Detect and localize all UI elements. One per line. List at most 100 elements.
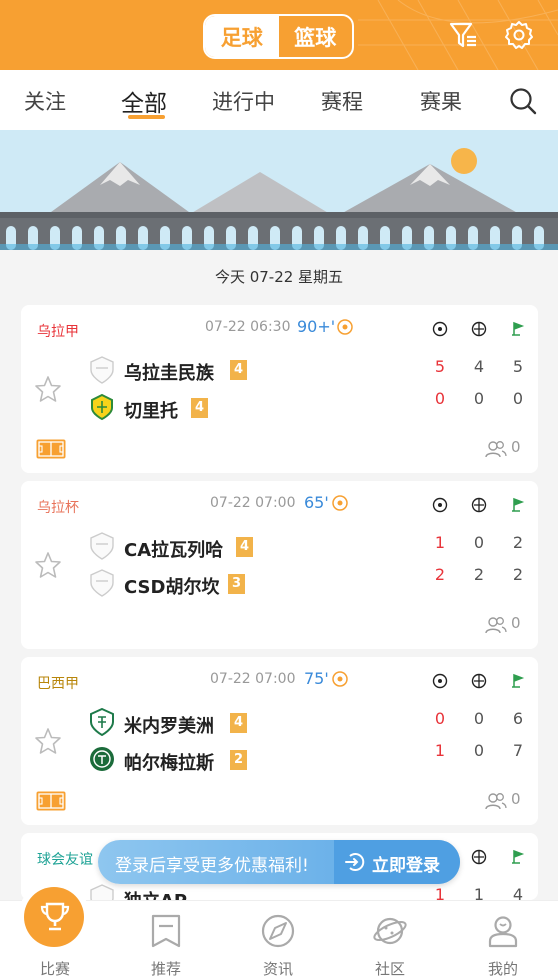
settings-icon[interactable] <box>503 19 535 51</box>
team-crest-icon <box>90 569 114 597</box>
halftime-column-icon <box>471 321 487 337</box>
home-team-name[interactable]: CA拉瓦列哈 <box>124 536 223 562</box>
login-button[interactable]: 立即登录 <box>334 840 460 884</box>
home-halftime-score: 4 <box>473 357 485 376</box>
home-corners: 4 <box>512 885 524 900</box>
goals-column-icon <box>432 321 448 337</box>
people-icon[interactable] <box>485 792 507 810</box>
home-halftime-score: 1 <box>473 885 485 900</box>
league-name[interactable]: 乌拉杯 <box>37 497 79 517</box>
pitch-animation-icon[interactable] <box>36 791 66 811</box>
team-rank-badge: 4 <box>236 537 253 557</box>
nav-item-community[interactable]: 社区 <box>335 901 445 980</box>
match-card[interactable]: 乌拉杯 07-22 07:00 65' CA拉瓦列哈 4 CSD胡尔坎 3 1 … <box>21 481 538 649</box>
compass-icon <box>261 914 295 948</box>
nav-item-news[interactable]: 资讯 <box>223 901 333 980</box>
sport-tab-football[interactable]: 足球 <box>205 16 279 57</box>
stadium-banner-illustration <box>0 130 558 250</box>
nav-label: 推荐 <box>150 960 181 978</box>
favorite-star-icon[interactable] <box>34 375 62 403</box>
sport-tab-basketball[interactable]: 篮球 <box>279 16 353 57</box>
team-rank-badge: 3 <box>228 574 245 594</box>
match-time: 07-22 07:00 <box>210 495 296 511</box>
match-time: 07-22 07:00 <box>210 671 296 687</box>
home-corners: 5 <box>512 357 524 376</box>
nav-item-profile[interactable]: 我的 <box>448 901 558 980</box>
pitch-animation-icon[interactable] <box>36 439 66 459</box>
home-team-name[interactable]: 米内罗美洲 <box>124 712 214 738</box>
home-halftime-score: 0 <box>473 709 485 728</box>
away-score: 2 <box>434 565 446 584</box>
home-score: 5 <box>434 357 446 376</box>
home-corners: 2 <box>512 533 524 552</box>
nav-label: 社区 <box>374 960 405 978</box>
team-crest-icon <box>90 884 114 900</box>
away-corners: 7 <box>512 741 524 760</box>
favorite-star-icon[interactable] <box>34 551 62 579</box>
tab-live[interactable]: 进行中 <box>212 86 275 116</box>
corner-flag-icon <box>512 673 525 688</box>
people-icon[interactable] <box>485 440 507 458</box>
soccer-ball-icon <box>332 495 348 511</box>
team-crest-icon <box>91 393 113 421</box>
league-name[interactable]: 乌拉甲 <box>37 321 79 341</box>
tab-following[interactable]: 关注 <box>24 86 66 116</box>
match-minute: 90+' <box>297 317 336 336</box>
favorite-star-icon[interactable] <box>34 727 62 755</box>
away-score: 1 <box>434 741 446 760</box>
league-name[interactable]: 球会友谊 <box>37 849 93 869</box>
login-promo-text: 登录后享受更多优惠福利! <box>115 856 309 876</box>
soccer-ball-icon <box>332 671 348 687</box>
corner-flag-icon <box>512 497 525 512</box>
corner-flag-icon <box>512 321 525 336</box>
team-rank-badge: 2 <box>230 750 247 770</box>
home-team-name[interactable]: 乌拉圭民族 <box>124 359 214 385</box>
away-corners: 2 <box>512 565 524 584</box>
team-crest-icon <box>90 356 114 384</box>
away-team-name[interactable]: CSD胡尔坎 <box>124 573 219 599</box>
away-team-name[interactable]: 帕尔梅拉斯 <box>124 749 214 775</box>
home-score: 0 <box>434 709 446 728</box>
trophy-icon <box>40 902 70 931</box>
halftime-column-icon <box>471 849 487 865</box>
goals-column-icon <box>432 497 448 513</box>
date-heading: 今天 07-22 星期五 <box>214 268 344 286</box>
login-promo-bar[interactable]: 登录后享受更多优惠福利! 立即登录 <box>98 840 460 884</box>
team-crest-icon <box>90 708 114 736</box>
match-minute: 65' <box>304 493 329 512</box>
search-icon[interactable] <box>508 86 538 116</box>
home-corners: 6 <box>512 709 524 728</box>
team-rank-badge: 4 <box>230 360 247 380</box>
nav-item-matches[interactable]: 比赛 <box>0 887 110 980</box>
home-score: 1 <box>434 885 446 900</box>
filter-icon[interactable] <box>447 19 479 51</box>
league-name[interactable]: 巴西甲 <box>37 673 79 693</box>
watcher-count: 0 <box>511 790 521 808</box>
app-header: 足球 篮球 <box>0 0 558 70</box>
active-tab-indicator <box>128 115 165 119</box>
nav-item-recommend[interactable]: 推荐 <box>111 901 221 980</box>
away-team-name[interactable]: 切里托 <box>124 397 178 423</box>
match-card[interactable]: 巴西甲 07-22 07:00 75' 米内罗美洲 4 帕尔梅拉斯 2 0 0 … <box>21 657 538 825</box>
sport-switch: 足球 篮球 <box>203 14 354 59</box>
planet-icon <box>373 917 407 945</box>
match-card[interactable]: 乌拉甲 07-22 06:30 90+' 乌拉圭民族 4 切里托 4 5 4 5… <box>21 305 538 473</box>
match-filter-tabs: 关注 全部 进行中 赛程 赛果 <box>0 70 558 130</box>
corner-flag-icon <box>512 849 525 864</box>
tab-all[interactable]: 全部 <box>121 84 167 118</box>
home-score: 1 <box>434 533 446 552</box>
tab-schedule[interactable]: 赛程 <box>321 86 363 116</box>
nav-label: 我的 <box>487 960 518 978</box>
people-icon[interactable] <box>485 616 507 634</box>
login-arrow-icon <box>345 853 365 871</box>
team-rank-badge: 4 <box>191 398 208 418</box>
bottom-navigation: 比赛 推荐 资讯 社区 我的 <box>0 887 558 980</box>
home-halftime-score: 0 <box>473 533 485 552</box>
match-minute: 75' <box>304 669 329 688</box>
away-score: 0 <box>434 389 446 408</box>
tab-results[interactable]: 赛果 <box>420 86 462 116</box>
home-team-name[interactable]: 独立AP <box>124 887 187 900</box>
login-button-label: 立即登录 <box>372 856 440 876</box>
watcher-count: 0 <box>511 438 521 456</box>
halftime-column-icon <box>471 497 487 513</box>
